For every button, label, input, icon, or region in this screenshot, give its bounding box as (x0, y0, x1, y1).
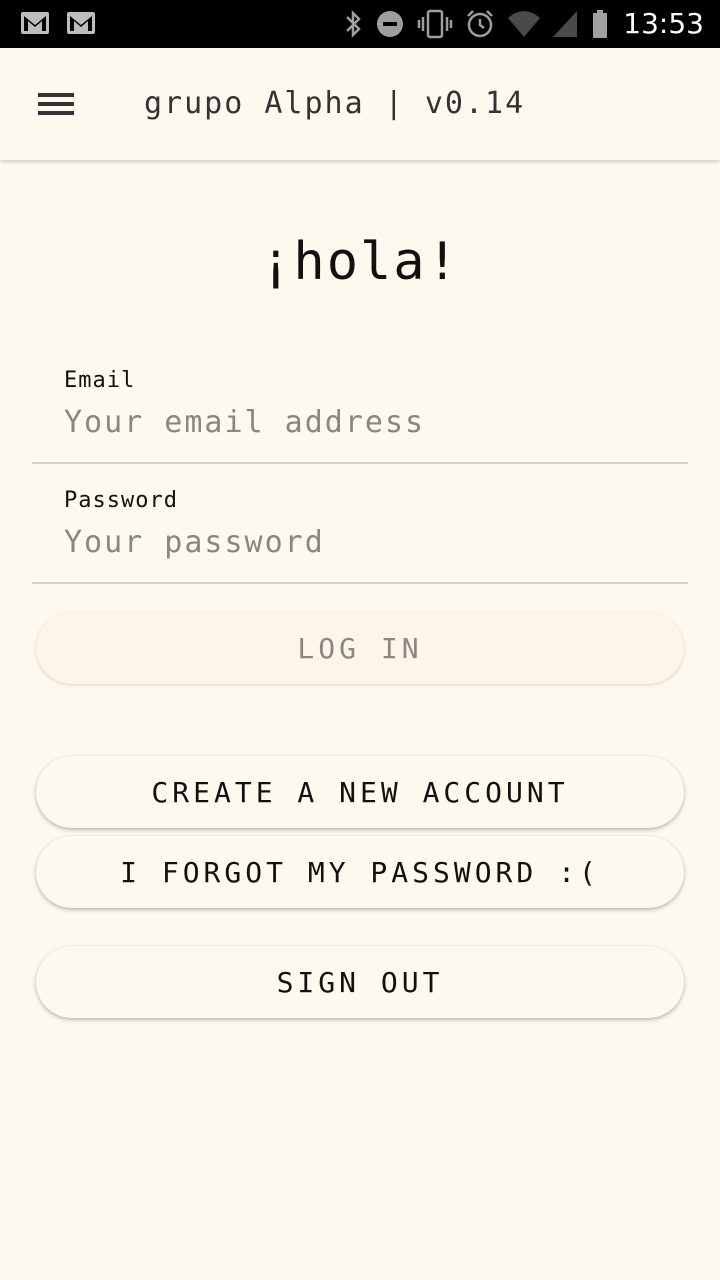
menu-button[interactable] (24, 76, 88, 132)
hamburger-menu-icon (24, 93, 88, 135)
status-bar-time: 13:53 (623, 7, 704, 40)
email-field[interactable] (64, 396, 654, 448)
password-field-container: Password (32, 472, 688, 584)
password-field[interactable] (64, 516, 654, 568)
forgot-password-button[interactable]: I FORGOT MY PASSWORD :( (36, 836, 684, 908)
app-title: grupo Alpha | v0.14 (144, 86, 526, 121)
bluetooth-icon (343, 9, 363, 39)
notification-icons (20, 10, 96, 36)
log-in-button[interactable]: LOG IN (36, 612, 684, 684)
vibrate-icon (417, 9, 453, 39)
create-account-button[interactable]: CREATE A NEW ACCOUNT (36, 756, 684, 828)
battery-icon (591, 9, 609, 39)
gmail-icon (66, 10, 96, 36)
email-label: Email (64, 368, 136, 393)
alarm-icon (465, 9, 495, 39)
system-icons: 13:53 (343, 6, 704, 42)
app-bar: grupo Alpha | v0.14 (0, 48, 720, 160)
email-field-container: Email (32, 352, 688, 464)
greeting-heading: ¡hola! (260, 232, 460, 292)
wifi-icon (507, 9, 541, 39)
sign-out-button[interactable]: SIGN OUT (36, 946, 684, 1018)
signal-icon (553, 9, 579, 39)
status-bar: 13:53 (0, 0, 720, 48)
do-not-disturb-icon (375, 9, 405, 39)
password-label: Password (64, 488, 178, 513)
gmail-icon (20, 10, 50, 36)
